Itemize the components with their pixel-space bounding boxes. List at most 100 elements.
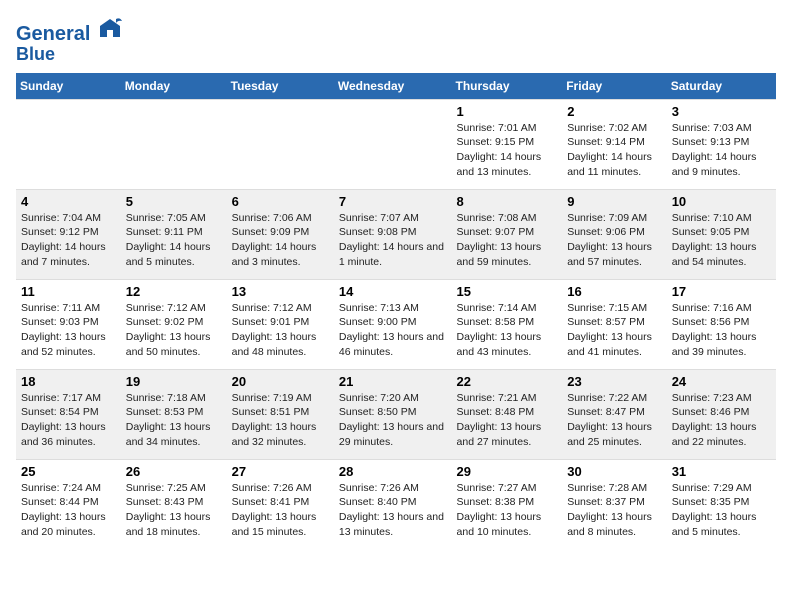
calendar-cell: 22 Sunrise: 7:21 AMSunset: 8:48 PMDayligh…	[452, 369, 563, 459]
calendar-cell: 8Sunrise: 7:08 AMSunset: 9:07 PMDaylight…	[452, 189, 563, 279]
calendar-cell: 16 Sunrise: 7:15 AMSunset: 8:57 PMDayligh…	[562, 279, 666, 369]
calendar-cell: 28 Sunrise: 7:26 AMSunset: 8:40 PMDayligh…	[334, 459, 452, 549]
day-number: 5	[126, 194, 222, 209]
day-number: 26	[126, 464, 222, 479]
calendar-cell	[121, 99, 227, 189]
cell-info: Sunrise: 7:04 AMSunset: 9:12 PMDaylight:…	[21, 211, 116, 270]
calendar-table: SundayMondayTuesdayWednesdayThursdayFrid…	[16, 73, 776, 550]
calendar-cell: 3 Sunrise: 7:03 AMSunset: 9:13 PMDaylight…	[667, 99, 776, 189]
cell-info: Sunrise: 7:14 AMSunset: 8:58 PMDaylight:…	[457, 301, 558, 360]
cell-info: Sunrise: 7:26 AMSunset: 8:40 PMDaylight:…	[339, 481, 447, 540]
day-number: 25	[21, 464, 116, 479]
day-number: 16	[567, 284, 661, 299]
week-row-2: 4 Sunrise: 7:04 AMSunset: 9:12 PMDaylight…	[16, 189, 776, 279]
calendar-cell: 30 Sunrise: 7:28 AMSunset: 8:37 PMDayligh…	[562, 459, 666, 549]
header-sunday: Sunday	[16, 73, 121, 100]
calendar-cell: 17 Sunrise: 7:16 AMSunset: 8:56 PMDayligh…	[667, 279, 776, 369]
week-row-1: 1 Sunrise: 7:01 AMSunset: 9:15 PMDaylight…	[16, 99, 776, 189]
day-number: 22	[457, 374, 558, 389]
calendar-cell: 9Sunrise: 7:09 AMSunset: 9:06 PMDaylight…	[562, 189, 666, 279]
day-number: 27	[232, 464, 329, 479]
cell-info: Sunrise: 7:19 AMSunset: 8:51 PMDaylight:…	[232, 391, 329, 450]
week-row-5: 25 Sunrise: 7:24 AMSunset: 8:44 PMDayligh…	[16, 459, 776, 549]
day-number: 17	[672, 284, 771, 299]
cell-info: Sunrise: 7:18 AMSunset: 8:53 PMDaylight:…	[126, 391, 222, 450]
day-number: 31	[672, 464, 771, 479]
day-number: 29	[457, 464, 558, 479]
logo-text: General	[16, 16, 122, 45]
calendar-cell: 24 Sunrise: 7:23 AMSunset: 8:46 PMDayligh…	[667, 369, 776, 459]
calendar-cell: 27Sunrise: 7:26 AMSunset: 8:41 PMDayligh…	[227, 459, 334, 549]
calendar-cell: 21 Sunrise: 7:20 AMSunset: 8:50 PMDayligh…	[334, 369, 452, 459]
calendar-cell: 14 Sunrise: 7:13 AMSunset: 9:00 PMDayligh…	[334, 279, 452, 369]
calendar-cell	[227, 99, 334, 189]
cell-info: Sunrise: 7:13 AMSunset: 9:00 PMDaylight:…	[339, 301, 447, 360]
cell-info: Sunrise: 7:08 AMSunset: 9:07 PMDaylight:…	[457, 211, 558, 270]
calendar-cell: 2 Sunrise: 7:02 AMSunset: 9:14 PMDaylight…	[562, 99, 666, 189]
calendar-cell: 6 Sunrise: 7:06 AMSunset: 9:09 PMDaylight…	[227, 189, 334, 279]
cell-info: Sunrise: 7:06 AMSunset: 9:09 PMDaylight:…	[232, 211, 329, 270]
calendar-cell: 4 Sunrise: 7:04 AMSunset: 9:12 PMDaylight…	[16, 189, 121, 279]
header-friday: Friday	[562, 73, 666, 100]
cell-info: Sunrise: 7:24 AMSunset: 8:44 PMDaylight:…	[21, 481, 116, 540]
cell-info: Sunrise: 7:02 AMSunset: 9:14 PMDaylight:…	[567, 121, 661, 180]
week-row-3: 11Sunrise: 7:11 AMSunset: 9:03 PMDayligh…	[16, 279, 776, 369]
cell-info: Sunrise: 7:29 AMSunset: 8:35 PMDaylight:…	[672, 481, 771, 540]
cell-info: Sunrise: 7:16 AMSunset: 8:56 PMDaylight:…	[672, 301, 771, 360]
cell-info: Sunrise: 7:23 AMSunset: 8:46 PMDaylight:…	[672, 391, 771, 450]
day-number: 3	[672, 104, 771, 119]
day-number: 13	[232, 284, 329, 299]
cell-info: Sunrise: 7:21 AMSunset: 8:48 PMDaylight:…	[457, 391, 558, 450]
week-row-4: 18Sunrise: 7:17 AMSunset: 8:54 PMDayligh…	[16, 369, 776, 459]
logo: General Blue	[16, 16, 122, 65]
day-number: 7	[339, 194, 447, 209]
calendar-cell	[16, 99, 121, 189]
calendar-cell: 18Sunrise: 7:17 AMSunset: 8:54 PMDayligh…	[16, 369, 121, 459]
cell-info: Sunrise: 7:15 AMSunset: 8:57 PMDaylight:…	[567, 301, 661, 360]
logo-general: General	[16, 23, 90, 45]
cell-info: Sunrise: 7:05 AMSunset: 9:11 PMDaylight:…	[126, 211, 222, 270]
day-number: 14	[339, 284, 447, 299]
cell-info: Sunrise: 7:25 AMSunset: 8:43 PMDaylight:…	[126, 481, 222, 540]
day-number: 1	[457, 104, 558, 119]
day-number: 6	[232, 194, 329, 209]
header-saturday: Saturday	[667, 73, 776, 100]
calendar-cell: 15Sunrise: 7:14 AMSunset: 8:58 PMDayligh…	[452, 279, 563, 369]
cell-info: Sunrise: 7:12 AMSunset: 9:01 PMDaylight:…	[232, 301, 329, 360]
header-monday: Monday	[121, 73, 227, 100]
cell-info: Sunrise: 7:11 AMSunset: 9:03 PMDaylight:…	[21, 301, 116, 360]
day-number: 18	[21, 374, 116, 389]
day-number: 10	[672, 194, 771, 209]
header-wednesday: Wednesday	[334, 73, 452, 100]
cell-info: Sunrise: 7:10 AMSunset: 9:05 PMDaylight:…	[672, 211, 771, 270]
header-thursday: Thursday	[452, 73, 563, 100]
day-number: 30	[567, 464, 661, 479]
cell-info: Sunrise: 7:03 AMSunset: 9:13 PMDaylight:…	[672, 121, 771, 180]
day-number: 2	[567, 104, 661, 119]
page-header: General Blue	[16, 16, 776, 65]
calendar-cell: 1 Sunrise: 7:01 AMSunset: 9:15 PMDaylight…	[452, 99, 563, 189]
calendar-cell: 12Sunrise: 7:12 AMSunset: 9:02 PMDayligh…	[121, 279, 227, 369]
header-row: SundayMondayTuesdayWednesdayThursdayFrid…	[16, 73, 776, 100]
calendar-cell	[334, 99, 452, 189]
calendar-cell: 31 Sunrise: 7:29 AMSunset: 8:35 PMDayligh…	[667, 459, 776, 549]
header-tuesday: Tuesday	[227, 73, 334, 100]
cell-info: Sunrise: 7:09 AMSunset: 9:06 PMDaylight:…	[567, 211, 661, 270]
calendar-cell: 20 Sunrise: 7:19 AMSunset: 8:51 PMDayligh…	[227, 369, 334, 459]
cell-info: Sunrise: 7:22 AMSunset: 8:47 PMDaylight:…	[567, 391, 661, 450]
day-number: 4	[21, 194, 116, 209]
calendar-cell: 11Sunrise: 7:11 AMSunset: 9:03 PMDayligh…	[16, 279, 121, 369]
calendar-cell: 10 Sunrise: 7:10 AMSunset: 9:05 PMDayligh…	[667, 189, 776, 279]
day-number: 20	[232, 374, 329, 389]
day-number: 23	[567, 374, 661, 389]
logo-blue: Blue	[16, 45, 122, 65]
cell-info: Sunrise: 7:28 AMSunset: 8:37 PMDaylight:…	[567, 481, 661, 540]
cell-info: Sunrise: 7:20 AMSunset: 8:50 PMDaylight:…	[339, 391, 447, 450]
day-number: 21	[339, 374, 447, 389]
day-number: 28	[339, 464, 447, 479]
calendar-cell: 5 Sunrise: 7:05 AMSunset: 9:11 PMDaylight…	[121, 189, 227, 279]
day-number: 12	[126, 284, 222, 299]
cell-info: Sunrise: 7:01 AMSunset: 9:15 PMDaylight:…	[457, 121, 558, 180]
day-number: 24	[672, 374, 771, 389]
logo-icon	[98, 16, 122, 40]
